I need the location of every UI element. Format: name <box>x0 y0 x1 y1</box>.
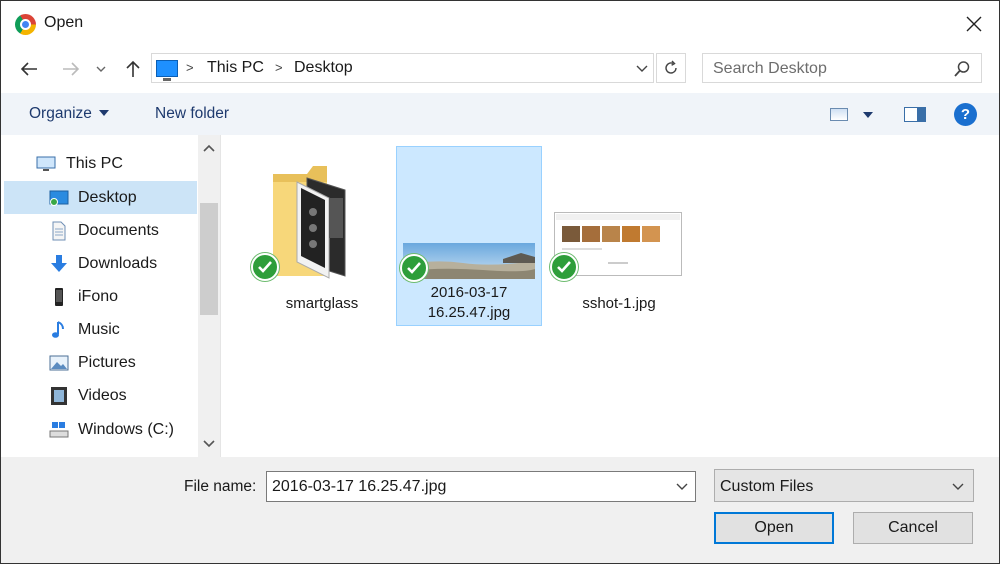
refresh-icon <box>665 60 677 74</box>
tree-item-ifono[interactable]: iFono <box>4 280 197 313</box>
tree-label: Pictures <box>78 354 136 371</box>
folder-icon <box>273 166 346 279</box>
up-button[interactable] <box>119 55 147 83</box>
sync-check-icon <box>251 253 279 281</box>
tree-label: iFono <box>78 288 119 305</box>
file-name-line-1: 2016-03-17 <box>430 284 508 301</box>
preview-pane-icon[interactable] <box>904 107 926 122</box>
search-icon[interactable] <box>953 60 971 78</box>
file-name-input[interactable]: 2016-03-17 16.25.47.jpg <box>266 471 696 502</box>
chevron-down-icon[interactable] <box>635 60 649 76</box>
tree-item-windows-c[interactable]: Windows (C:) <box>4 413 197 446</box>
tree-label: Desktop <box>78 189 137 206</box>
sync-check-icon <box>400 254 428 282</box>
scroll-down-icon[interactable] <box>203 439 215 449</box>
organize-menu[interactable]: Organize <box>29 105 109 123</box>
dialog-footer: File name: 2016-03-17 16.25.47.jpg Custo… <box>1 457 999 563</box>
address-bar[interactable]: > This PC > Desktop <box>151 53 654 83</box>
file-name-label: smartglass <box>285 295 359 312</box>
drive-icon <box>49 422 69 438</box>
tree-item-downloads[interactable]: Downloads <box>4 247 197 280</box>
close-icon <box>966 16 982 32</box>
window-title: Open <box>44 14 84 31</box>
breadcrumb-this-pc[interactable]: This PC <box>207 59 264 77</box>
forward-button[interactable] <box>57 55 85 83</box>
scroll-thumb[interactable] <box>200 203 218 315</box>
help-icon[interactable]: ? <box>954 103 977 126</box>
download-arrow-icon <box>51 255 67 272</box>
film-icon <box>51 387 67 405</box>
open-dialog: Open > This PC > Desktop Search Desktop … <box>0 0 1000 564</box>
chrome-logo-icon <box>15 14 36 35</box>
search-input[interactable]: Search Desktop <box>702 53 982 83</box>
sync-check-icon <box>550 253 578 281</box>
file-list[interactable]: smartglass 2016-03-17 16.25.47.jpg sshot… <box>222 135 999 457</box>
command-bar: Organize New folder ? <box>1 93 999 135</box>
desktop-icon <box>49 190 69 206</box>
change-view-icon[interactable] <box>830 108 848 121</box>
tree-label: Documents <box>78 222 159 239</box>
tree-label: Downloads <box>78 255 158 272</box>
breadcrumb-separator-icon: > <box>275 60 283 75</box>
file-type-value: Custom Files <box>720 478 814 495</box>
navigation-bar: > This PC > Desktop Search Desktop <box>1 47 999 91</box>
title-bar: Open <box>1 1 999 47</box>
chevron-down-icon <box>96 66 106 72</box>
breadcrumb-desktop[interactable]: Desktop <box>294 59 353 77</box>
caret-down-icon <box>98 110 109 116</box>
caret-down-icon[interactable] <box>863 112 873 118</box>
file-item-smartglass[interactable]: smartglass <box>249 146 395 326</box>
tree-item-videos[interactable]: Videos <box>4 379 197 412</box>
tree-label: This PC <box>66 155 123 172</box>
new-folder-button[interactable]: New folder <box>155 105 229 123</box>
tree-item-pictures[interactable]: Pictures <box>4 346 197 379</box>
tree-item-documents[interactable]: Documents <box>4 214 197 247</box>
tree-label: Videos <box>78 387 127 404</box>
search-placeholder: Search Desktop <box>713 60 827 77</box>
this-pc-icon <box>156 60 178 81</box>
close-button[interactable] <box>957 7 991 41</box>
tree-item-music[interactable]: Music <box>4 313 197 346</box>
tree-item-desktop[interactable]: Desktop <box>4 181 197 214</box>
tree-label: Music <box>78 321 120 338</box>
chevron-down-icon[interactable] <box>675 480 689 494</box>
breadcrumb-separator-icon: > <box>186 60 194 75</box>
pictures-icon <box>49 355 69 371</box>
monitor-icon <box>36 156 56 171</box>
open-button[interactable]: Open <box>714 512 834 544</box>
tree-item-this-pc[interactable]: This PC <box>4 147 197 180</box>
music-note-icon <box>52 321 64 338</box>
file-name-label: sshot-1.jpg <box>582 295 656 312</box>
scroll-up-icon[interactable] <box>203 143 215 153</box>
tree-label: Windows (C:) <box>78 421 175 438</box>
file-name-value: 2016-03-17 16.25.47.jpg <box>272 478 447 495</box>
arrow-up-icon <box>126 60 140 77</box>
navigation-pane: This PC Desktop Documents Downloads iFon… <box>1 135 221 457</box>
navigation-pane-scrollbar[interactable] <box>198 135 220 457</box>
refresh-button[interactable] <box>656 53 686 83</box>
recent-locations-button[interactable] <box>91 55 111 83</box>
file-name-line-2: 16.25.47.jpg <box>427 304 511 321</box>
back-button[interactable] <box>15 55 43 83</box>
arrow-right-icon <box>63 62 80 76</box>
arrow-left-icon <box>20 62 37 76</box>
organize-label: Organize <box>29 105 92 122</box>
cancel-button[interactable]: Cancel <box>853 512 973 544</box>
file-name-label: File name: <box>184 478 257 495</box>
file-item-2016-03-17[interactable]: 2016-03-17 16.25.47.jpg <box>396 146 542 326</box>
document-icon <box>52 221 66 241</box>
file-item-sshot-1[interactable]: sshot-1.jpg <box>546 146 692 326</box>
file-type-select[interactable]: Custom Files <box>714 469 974 502</box>
phone-icon <box>55 288 63 306</box>
chevron-down-icon <box>952 483 964 490</box>
